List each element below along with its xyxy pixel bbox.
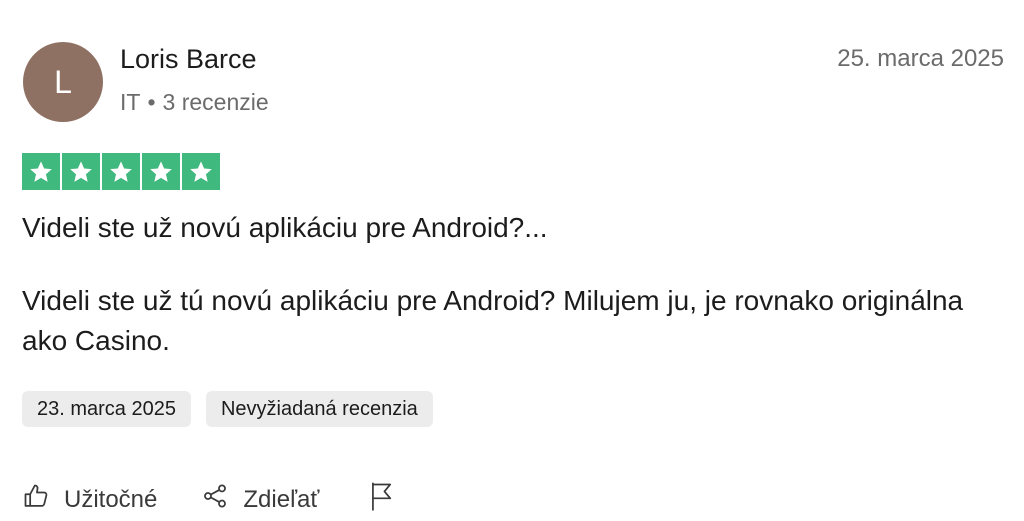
avatar[interactable]: L — [23, 42, 103, 122]
avatar-initial: L — [54, 63, 72, 100]
review-title[interactable]: Videli ste už novú aplikáciu pre Android… — [22, 212, 548, 244]
share-button[interactable]: Zdieľať — [201, 482, 319, 517]
star-icon — [22, 153, 60, 190]
star-icon — [142, 153, 180, 190]
reviewer-review-count: 3 recenzie — [162, 89, 269, 115]
unprompted-review-chip[interactable]: Nevyžiadaná recenzia — [205, 391, 433, 427]
share-icon — [201, 482, 243, 517]
flag-icon — [367, 481, 409, 518]
meta-separator: • — [147, 89, 156, 115]
star-icon — [102, 153, 140, 190]
review-chips: 23. marca 2025 Nevyžiadaná recenzia — [22, 391, 433, 427]
review-body: Videli ste už tú novú aplikáciu pre Andr… — [22, 285, 964, 356]
thumbs-up-icon — [22, 482, 64, 517]
review-actions: Užitočné Zdieľať — [22, 481, 409, 518]
reviewer-country: IT — [120, 89, 141, 115]
useful-label: Užitočné — [64, 485, 158, 513]
reviewer-name[interactable]: Loris Barce — [120, 44, 257, 75]
experience-date-chip[interactable]: 23. marca 2025 — [22, 391, 191, 427]
review-date: 25. marca 2025 — [837, 45, 1004, 72]
share-label: Zdieľať — [243, 485, 320, 513]
reviewer-meta: IT • 3 recenzie — [120, 89, 269, 116]
star-icon — [182, 153, 220, 190]
useful-button[interactable]: Užitočné — [22, 482, 157, 517]
report-button[interactable] — [367, 481, 409, 518]
star-rating — [22, 153, 220, 190]
star-icon — [62, 153, 100, 190]
review-card: L Loris Barce IT • 3 recenzie 25. marca 20… — [0, 0, 1024, 521]
